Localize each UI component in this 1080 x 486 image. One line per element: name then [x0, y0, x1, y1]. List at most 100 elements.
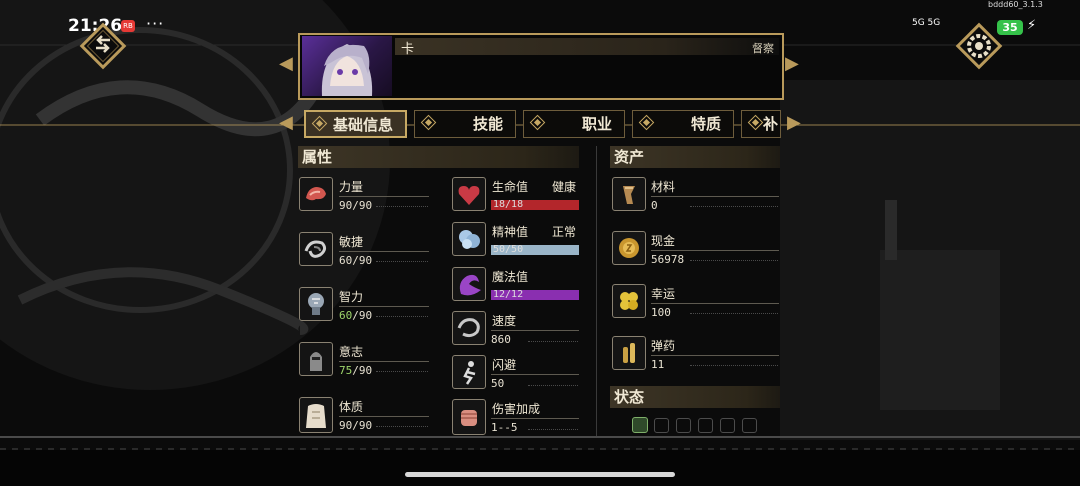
status-slot[interactable] — [698, 418, 713, 433]
torso-icon — [299, 397, 333, 433]
next-character-arrow[interactable]: ▶ — [785, 53, 799, 74]
asset-ammo-value: 11 — [651, 358, 665, 371]
status-slot[interactable] — [676, 418, 691, 433]
name-bar — [395, 38, 779, 55]
prev-character-arrow[interactable]: ◀ — [279, 53, 293, 74]
speed-icon — [452, 311, 486, 345]
dodge-underline — [491, 374, 579, 375]
tab-traits[interactable]: 特质 — [632, 110, 734, 138]
heart-icon — [452, 177, 486, 211]
dodge-label: 闪避 — [492, 358, 517, 372]
speed-label: 速度 — [492, 314, 517, 328]
asset-cash-value: 56978 — [651, 253, 685, 266]
asset-cash-underline — [651, 250, 779, 251]
attr-strength-value: 90/90 — [339, 199, 373, 212]
mana-value: 12/12 — [493, 289, 524, 300]
status-slot[interactable] — [654, 418, 669, 433]
charging-icon: ⚡ — [1027, 18, 1037, 33]
asset-luck-label: 幸运 — [651, 287, 676, 301]
asset-material-value: 0 — [651, 199, 658, 212]
hp-status: 健康 — [552, 180, 577, 194]
clover-icon — [612, 284, 646, 318]
mind-icon — [452, 222, 486, 256]
column-divider — [596, 146, 597, 436]
more-dots: ··· — [146, 14, 165, 33]
coin-icon — [612, 231, 646, 265]
character-title: 督察 — [752, 42, 774, 55]
arm-icon — [299, 177, 333, 211]
asset-cash-dots — [690, 259, 778, 261]
asset-material-label: 材料 — [651, 180, 676, 194]
attr-will-value: 75/90 — [339, 364, 373, 377]
speed-underline — [491, 330, 579, 331]
damage-bonus-dots — [528, 428, 578, 430]
attr-will-label: 意志 — [339, 345, 364, 359]
ammo-icon — [612, 336, 646, 370]
attr-intellect-underline — [339, 306, 429, 307]
back-button[interactable] — [74, 17, 132, 75]
attr-intellect-dots — [376, 315, 428, 317]
hp-label: 生命值 — [492, 180, 529, 194]
attr-strength-dots — [376, 205, 428, 207]
fist-icon — [452, 399, 486, 435]
tab-more[interactable]: 补 — [741, 110, 781, 138]
attr-will-dots — [376, 370, 428, 372]
dodge-dots — [528, 384, 578, 386]
attr-constitution-label: 体质 — [339, 400, 364, 414]
status-header: 状态 — [610, 386, 780, 408]
home-indicator[interactable] — [405, 472, 675, 477]
asset-luck-value: 100 — [651, 306, 671, 319]
attr-will-underline — [339, 361, 429, 362]
damage-bonus-value: 1--5 — [491, 421, 518, 434]
sanity-value: 50/50 — [493, 244, 524, 255]
tab-skills[interactable]: 技能 — [414, 110, 516, 138]
asset-material-dots — [690, 205, 778, 207]
damage-bonus-underline — [491, 418, 579, 419]
version-label: bddd60_3.1.3 — [988, 0, 1043, 9]
knight-icon — [299, 342, 333, 376]
tabs-prev-arrow[interactable]: ◀ — [279, 112, 293, 133]
attr-intellect-label: 智力 — [339, 290, 364, 304]
attr-agility-label: 敏捷 — [339, 235, 364, 249]
swirl-icon — [299, 232, 333, 266]
character-name: 卡 — [401, 42, 415, 57]
attr-strength-underline — [339, 196, 429, 197]
dodge-value: 50 — [491, 377, 505, 390]
asset-ammo-underline — [651, 355, 779, 356]
status-slot[interactable] — [742, 418, 757, 433]
damage-bonus-label: 伤害加成 — [492, 402, 541, 416]
attr-constitution-underline — [339, 416, 429, 417]
attr-intellect-value: 60/90 — [339, 309, 373, 322]
asset-ammo-dots — [690, 364, 778, 366]
attr-strength-label: 力量 — [339, 180, 364, 194]
asset-material-underline — [651, 196, 779, 197]
attr-constitution-value: 90/90 — [339, 419, 373, 432]
asset-ammo-label: 弹药 — [651, 339, 676, 353]
status-slot[interactable] — [720, 418, 735, 433]
tab-basic-info[interactable]: 基础信息 — [304, 110, 407, 138]
attr-agility-value: 60/90 — [339, 254, 373, 267]
attr-constitution-dots — [376, 425, 428, 427]
attributes-header: 属性 — [298, 146, 579, 168]
settings-button[interactable] — [950, 17, 1008, 75]
sanity-status: 正常 — [552, 225, 577, 239]
hp-value: 18/18 — [493, 199, 524, 210]
sanity-label: 精神值 — [492, 225, 529, 239]
speed-value: 860 — [491, 333, 511, 346]
attr-agility-dots — [376, 260, 428, 262]
assets-header: 资产 — [610, 146, 780, 168]
speed-dots — [528, 340, 578, 342]
character-portrait — [302, 36, 392, 96]
material-icon — [612, 177, 646, 211]
brain-icon — [299, 287, 333, 321]
asset-luck-underline — [651, 303, 779, 304]
mana-label: 魔法值 — [492, 270, 529, 284]
asset-luck-dots — [690, 312, 778, 314]
tab-class[interactable]: 职业 — [523, 110, 625, 138]
tabs-next-arrow[interactable]: ▶ — [787, 112, 801, 133]
asset-cash-label: 现金 — [651, 234, 676, 248]
attr-agility-underline — [339, 251, 429, 252]
magic-icon — [452, 267, 486, 301]
status-effect-icon[interactable] — [632, 417, 648, 433]
dodge-icon — [452, 355, 486, 389]
